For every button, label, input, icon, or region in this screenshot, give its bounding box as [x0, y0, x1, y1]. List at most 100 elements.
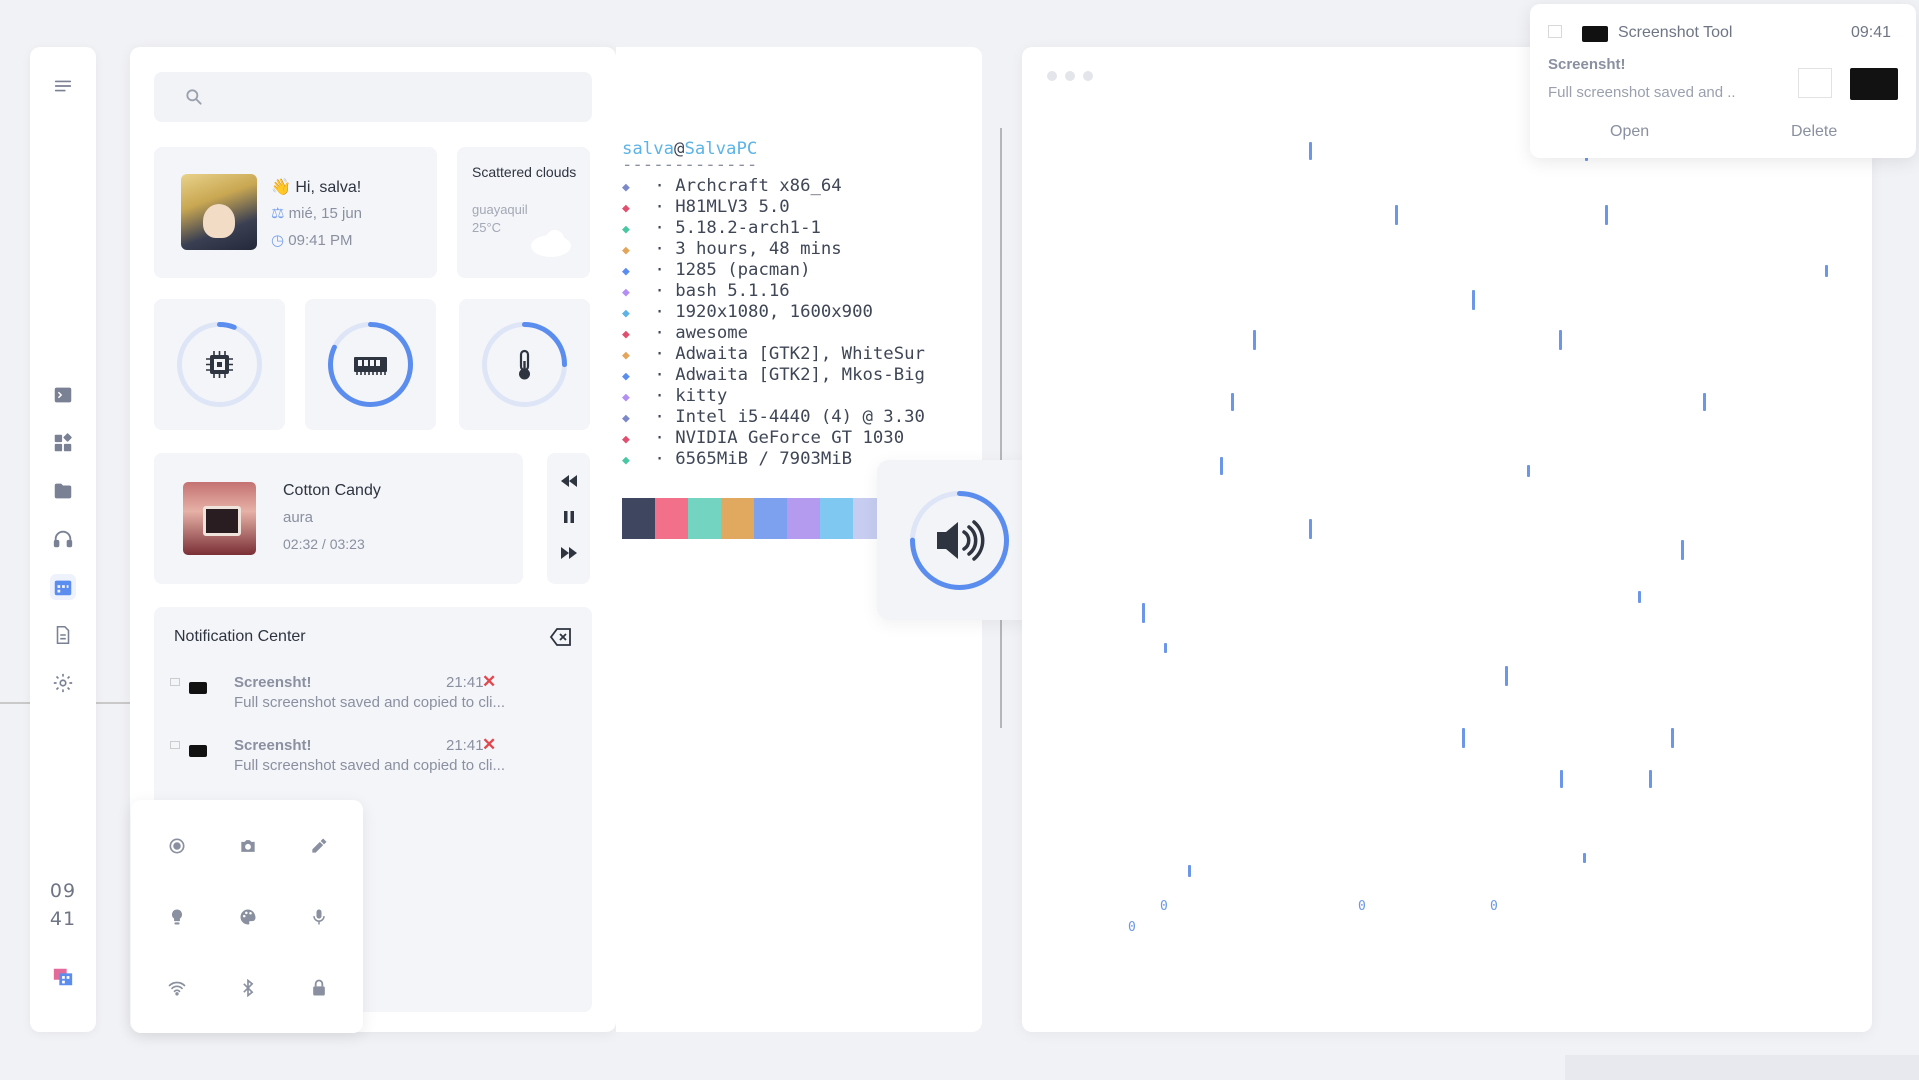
info-value: · awesome: [644, 323, 749, 343]
screenshot-toast[interactable]: Screenshot Tool 09:41 Screensht! Full sc…: [1530, 4, 1916, 158]
color-palette: [622, 498, 886, 539]
rain-drop: [1527, 465, 1530, 477]
ram-gauge: [305, 299, 436, 430]
profile-card: 👋 Hi, salva! ⚖ mié, 15 jun ◷ 09:41 PM: [154, 147, 437, 278]
info-value: · 3 hours, 48 mins: [644, 239, 842, 259]
calendar-icon[interactable]: [50, 574, 76, 600]
screenshot-preview-small: [1798, 68, 1832, 98]
cloud-icon: [531, 230, 571, 257]
weather-card: Scattered clouds guayaquil 25°C: [457, 147, 590, 278]
next-icon[interactable]: [557, 541, 581, 565]
matrix-rain-window[interactable]: 0 0 0 0: [1022, 47, 1872, 1032]
palette-icon[interactable]: [235, 904, 261, 930]
info-line: ◆ · NVIDIA GeForce GT 1030: [622, 428, 925, 449]
scale-icon: ⚖: [271, 205, 289, 222]
info-line: ◆ · H81MLV3 5.0: [622, 197, 925, 218]
rain-drop: [1681, 540, 1684, 560]
weather-condition: Scattered clouds: [472, 164, 577, 180]
settings-icon[interactable]: [50, 670, 76, 696]
delete-button[interactable]: Delete: [1791, 123, 1837, 141]
microphone-icon[interactable]: [306, 904, 332, 930]
document-icon[interactable]: [50, 622, 76, 648]
info-line: ◆ · Adwaita [GTK2], Mkos-Big: [622, 365, 925, 386]
temperature-gauge: [459, 299, 590, 430]
notification-center-title: Notification Center: [174, 628, 306, 645]
screenshot-thumbnail: [170, 678, 215, 700]
rain-drop: [1605, 205, 1608, 225]
clear-all-icon[interactable]: [549, 626, 573, 648]
volume-osd: [877, 460, 1041, 620]
rain-drop: [1825, 265, 1828, 277]
folder-icon[interactable]: [50, 478, 76, 504]
screenshot-preview: [1850, 68, 1898, 100]
bluetooth-icon[interactable]: [235, 975, 261, 1001]
info-glyph-icon: ◆: [622, 201, 630, 216]
rain-drop: [1472, 290, 1475, 310]
weather-location: guayaquil: [472, 202, 528, 217]
pause-icon[interactable]: [557, 505, 581, 529]
quick-settings: [131, 800, 363, 1033]
info-value: · 1285 (pacman): [644, 260, 811, 280]
app-launcher-icon[interactable]: [50, 964, 76, 990]
info-value: · bash 5.1.16: [644, 281, 790, 301]
open-button[interactable]: Open: [1610, 123, 1649, 141]
dismiss-icon[interactable]: ✕: [482, 672, 496, 692]
wallpaper-branch: [980, 128, 1022, 728]
notification-item[interactable]: Screensht! 21:41 ✕ Full screenshot saved…: [170, 672, 580, 724]
dismiss-icon[interactable]: ✕: [482, 735, 496, 755]
window-dot[interactable]: [1083, 71, 1093, 81]
window-dot[interactable]: [1047, 71, 1057, 81]
wifi-icon[interactable]: [164, 975, 190, 1001]
info-glyph-icon: ◆: [622, 243, 630, 258]
info-glyph-icon: ◆: [622, 180, 630, 195]
info-value: · Adwaita [GTK2], WhiteSur: [644, 344, 925, 364]
notification-time: 21:41: [446, 737, 484, 754]
wallpaper-line: [96, 702, 130, 704]
neofetch-output: salva@SalvaPC ------------- ◆ · Archcraf…: [622, 139, 925, 470]
screen-record-icon[interactable]: [164, 833, 190, 859]
terminal-icon[interactable]: [50, 382, 76, 408]
widgets-icon[interactable]: [50, 430, 76, 456]
dock-clock: 09 41: [30, 877, 96, 933]
info-lines: ◆ · Archcraft x86_64 ◆ · H81MLV3 5.0 ◆ · 5…: [622, 176, 925, 470]
lock-icon[interactable]: [306, 975, 332, 1001]
info-line: ◆ · Intel i5-4440 (4) @ 3.30: [622, 407, 925, 428]
info-line: ◆ · 1285 (pacman): [622, 260, 925, 281]
wallpaper-strip: [1565, 1055, 1919, 1080]
info-line: ◆ · Archcraft x86_64: [622, 176, 925, 197]
matrix-glyph: 0: [1128, 920, 1136, 935]
toast-app-name: Screenshot Tool: [1618, 24, 1733, 41]
rain-drop: [1703, 393, 1706, 411]
search-input[interactable]: [154, 72, 592, 122]
window-dot[interactable]: [1065, 71, 1075, 81]
info-glyph-icon: ◆: [622, 348, 630, 363]
headphones-icon[interactable]: [50, 526, 76, 552]
toast-body: Full screenshot saved and ..: [1548, 84, 1736, 101]
clock-minute: 41: [49, 908, 77, 930]
camera-icon[interactable]: [235, 833, 261, 859]
info-value: · 1920x1080, 1600x900: [644, 302, 873, 322]
rain-drop: [1164, 643, 1167, 653]
matrix-glyph: 0: [1358, 899, 1366, 914]
notification-title: Screensht!: [234, 674, 312, 691]
info-value: · Intel i5-4440 (4) @ 3.30: [644, 407, 925, 427]
info-line: ◆ · 3 hours, 48 mins: [622, 239, 925, 260]
date-row: ⚖ mié, 15 jun: [271, 204, 362, 222]
notification-time: 21:41: [446, 674, 484, 691]
album-cover: [183, 482, 256, 555]
avatar: [181, 174, 257, 250]
color-picker-icon[interactable]: [306, 833, 332, 859]
info-glyph-icon: ◆: [622, 264, 630, 279]
info-glyph-icon: ◆: [622, 453, 630, 468]
rain-drop: [1220, 457, 1223, 475]
previous-icon[interactable]: [557, 469, 581, 493]
notification-title: Screensht!: [234, 737, 312, 754]
wallpaper-line: [0, 702, 30, 704]
menu-icon[interactable]: [50, 73, 76, 99]
music-player: Cotton Candy aura 02:32 / 03:23: [154, 453, 523, 584]
lightbulb-icon[interactable]: [164, 904, 190, 930]
window-controls: [1047, 68, 1101, 86]
notification-item[interactable]: Screensht! 21:41 ✕ Full screenshot saved…: [170, 735, 580, 787]
search-icon: [186, 89, 202, 105]
info-value: · H81MLV3 5.0: [644, 197, 790, 217]
